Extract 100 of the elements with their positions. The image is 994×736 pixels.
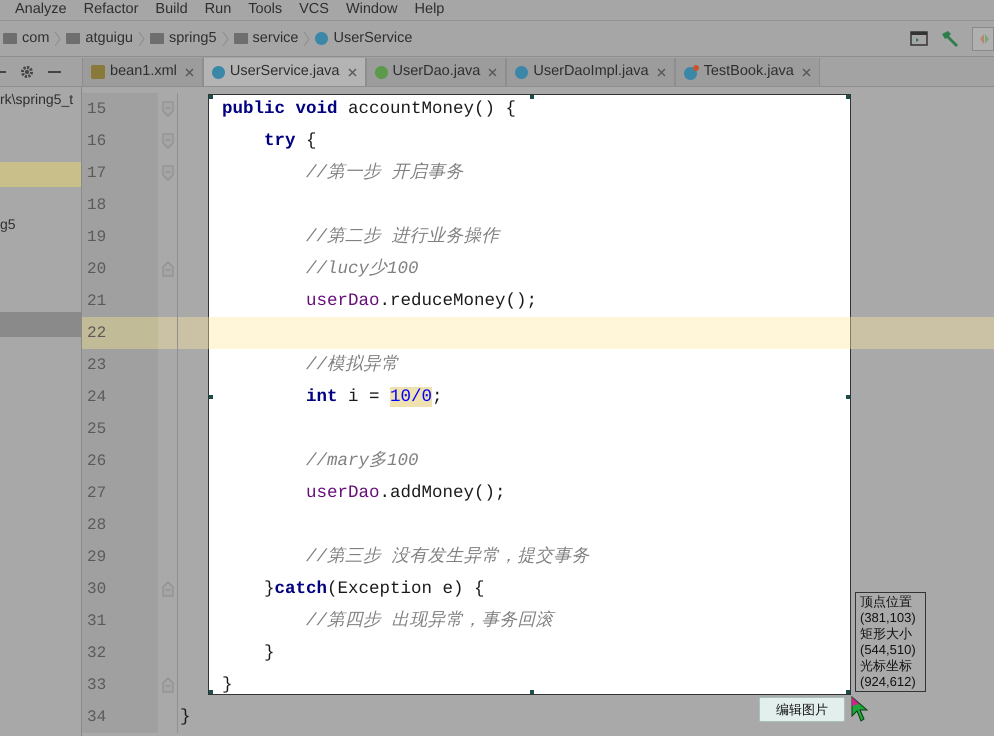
menu-item[interactable]: VCS [299,0,329,21]
line-number: 33 [82,669,158,701]
minimize-icon[interactable] [48,70,61,72]
line-number: 34 [82,701,158,733]
resize-handle[interactable] [846,95,850,99]
project-tree-item[interactable]: g5 [0,212,81,237]
interface-icon [374,66,388,78]
menu-item[interactable]: Help [414,0,444,21]
code-line: //第一步 开启事务 [306,161,464,185]
arrows-icon [979,32,989,44]
capture-info-text: 矩形大小 [860,626,913,642]
code-line: }catch(Exception e) { [264,578,485,601]
fold-marker-icon[interactable] [162,581,174,597]
hammer-icon[interactable] [940,30,960,48]
close-icon[interactable] [184,68,194,76]
fold-marker-icon[interactable] [162,165,174,181]
line-number: 28 [82,509,158,541]
folder-icon [234,33,248,44]
line-number: 16 [82,125,158,157]
menu-item[interactable]: Refactor [84,0,138,21]
code-line: } [264,642,275,665]
line-number: 29 [82,541,158,573]
line-number: 18 [82,189,158,221]
resize-handle[interactable] [530,95,534,99]
breadcrumb-item[interactable]: service [230,28,302,50]
menu-item[interactable]: Build [155,0,188,21]
line-number: 30 [82,573,158,605]
capture-info-text: (381,103) [860,610,917,626]
capture-info-text: (544,510) [860,642,917,658]
capture-info-text: (924,612) [860,674,917,690]
line-number: 26 [82,445,158,477]
code-line: } [180,706,191,729]
folder-icon [3,33,17,44]
xml-file-icon [91,65,105,79]
fold-marker-icon[interactable] [162,261,174,277]
chevron-icon [54,30,62,46]
menu-item[interactable]: Window [346,0,398,21]
editor-tab[interactable]: bean1.xml [82,58,203,86]
class-icon [212,66,225,78]
edit-image-button[interactable]: 编辑图片 [759,697,845,722]
code-line: try { [264,130,317,153]
chevron-icon [303,30,310,46]
line-number: 20 [82,253,158,285]
test-class-icon [684,64,699,80]
line-number: 23 [82,349,158,381]
line-number: 25 [82,413,158,445]
code-line: int i = 10/0; [306,386,443,409]
menu-item[interactable]: Run [204,0,232,21]
breadcrumb-item[interactable]: spring5 [146,28,220,50]
editor-tab[interactable]: UserDao.java [366,58,506,86]
line-number: 24 [82,381,158,413]
settings-icon[interactable] [20,64,34,78]
code-line: //第四步 出现异常，事务回滚 [306,609,554,633]
code-line: } [222,674,233,697]
class-icon [315,32,328,45]
chevron-icon [222,30,229,46]
fold-marker-icon[interactable] [162,133,174,149]
cursor-icon [851,696,869,724]
fold-marker-icon[interactable] [162,101,174,117]
close-icon[interactable] [488,68,498,76]
resize-handle[interactable] [209,690,213,694]
capture-info-text: 光标坐标 [860,658,913,674]
line-number: 15 [82,93,158,125]
code-line: //第二步 进行业务操作 [306,226,500,249]
resize-handle[interactable] [209,95,213,99]
line-number: 17 [82,157,158,189]
capture-info-text: 顶点位置 [860,594,913,610]
line-number: 31 [82,605,158,637]
folder-icon [66,33,80,44]
line-number: 22 [82,317,158,349]
editor-tab[interactable]: TestBook.java [674,58,820,86]
menu-item[interactable]: Tools [248,0,282,21]
code-line: public void accountMoney() { [222,98,516,121]
code-line: userDao.reduceMoney(); [306,290,538,313]
resize-handle[interactable] [209,394,213,398]
code-line: userDao.addMoney(); [306,482,506,505]
folder-icon [150,33,164,44]
editor-tab[interactable]: UserService.java [202,58,366,86]
resize-handle[interactable] [530,690,534,694]
breadcrumb-item[interactable]: com [0,28,52,50]
close-icon[interactable] [802,68,811,76]
code-line: //mary多100 [306,450,419,473]
code-line: //lucy少100 [306,258,419,281]
fold-marker-icon[interactable] [162,677,174,693]
line-number: 32 [82,637,158,669]
resize-handle[interactable] [846,394,850,398]
menu-item[interactable]: Analyze [15,0,67,21]
breadcrumb-item[interactable]: UserService [312,28,416,50]
code-line: //第三步 没有发生异常，提交事务 [306,545,590,569]
selection-rectangle[interactable] [208,94,851,695]
breadcrumb-item[interactable]: atguigu [63,28,136,50]
close-icon[interactable] [348,68,356,76]
line-number: 21 [82,285,158,317]
resize-handle[interactable] [846,690,850,694]
terminal-icon[interactable] [910,31,928,46]
editor-tab[interactable]: UserDaoImpl.java [506,58,675,86]
close-icon[interactable] [656,68,666,76]
chevron-icon [138,30,145,46]
toolbar-button[interactable] [972,26,994,50]
project-tree-item[interactable]: rk\spring5_t [0,87,81,112]
